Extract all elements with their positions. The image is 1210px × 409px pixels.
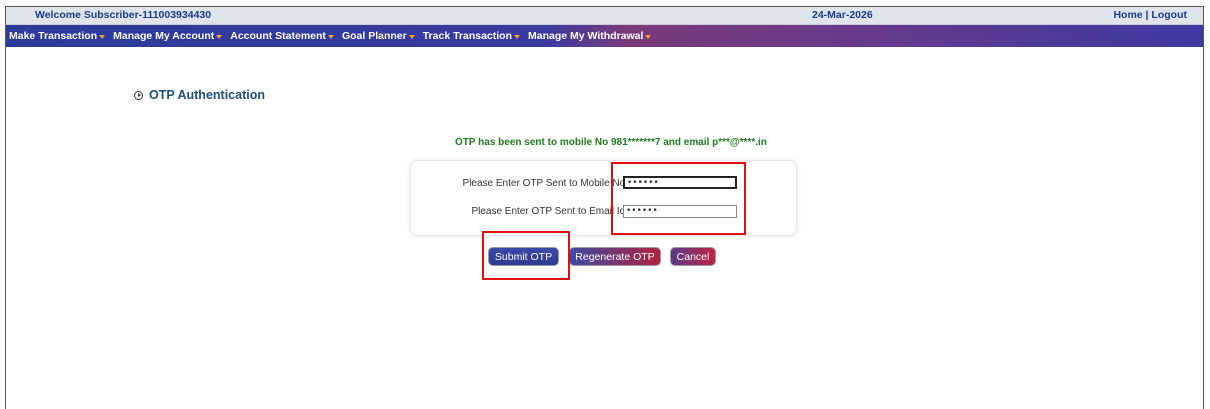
- nav-track-transaction[interactable]: Track Transaction: [420, 30, 523, 42]
- nav-label: Track Transaction: [422, 30, 513, 42]
- nav-label: Make Transaction: [9, 30, 98, 42]
- nav-goal-planner[interactable]: Goal Planner: [339, 30, 418, 42]
- current-date: 24-Mar-2026: [812, 9, 873, 21]
- top-bar: Welcome Subscriber-111003934430 24-Mar-2…: [6, 7, 1203, 25]
- mobile-otp-label: Please Enter OTP Sent to Mobile No:: [462, 178, 628, 189]
- nav-make-transaction[interactable]: Make Transaction: [6, 30, 108, 42]
- home-link[interactable]: Home: [1113, 9, 1142, 21]
- main-nav: Make Transaction Manage My Account Accou…: [6, 25, 1203, 47]
- logout-link[interactable]: Logout: [1151, 9, 1187, 21]
- cancel-button[interactable]: Cancel: [670, 247, 716, 266]
- nav-manage-my-account[interactable]: Manage My Account: [110, 30, 225, 42]
- caret-down-icon: [645, 35, 652, 39]
- page-title-text: OTP Authentication: [149, 88, 265, 102]
- caret-down-icon: [99, 35, 106, 39]
- otp-sent-message: OTP has been sent to mobile No 981******…: [455, 137, 767, 148]
- nav-label: Goal Planner: [341, 30, 407, 42]
- nav-label: Manage My Account: [113, 30, 215, 42]
- highlight-box-otp-inputs: [611, 162, 746, 235]
- page-title: OTP Authentication: [134, 88, 265, 102]
- circle-arrow-icon: [134, 90, 143, 100]
- caret-down-icon: [216, 35, 223, 39]
- home-logout-links: Home | Logout: [1113, 9, 1187, 21]
- nav-label: Manage My Withdrawal: [528, 30, 644, 42]
- caret-down-icon: [408, 35, 415, 39]
- highlight-box-submit: [482, 231, 570, 280]
- email-otp-label: Please Enter OTP Sent to Email Id:: [471, 206, 628, 217]
- nav-manage-my-withdrawal[interactable]: Manage My Withdrawal: [525, 30, 654, 42]
- welcome-text: Welcome Subscriber-111003934430: [35, 9, 212, 21]
- nav-label: Account Statement: [230, 30, 326, 42]
- regenerate-otp-button[interactable]: Regenerate OTP: [569, 247, 661, 266]
- caret-down-icon: [327, 35, 334, 39]
- caret-down-icon: [514, 35, 521, 39]
- nav-account-statement[interactable]: Account Statement: [227, 30, 337, 42]
